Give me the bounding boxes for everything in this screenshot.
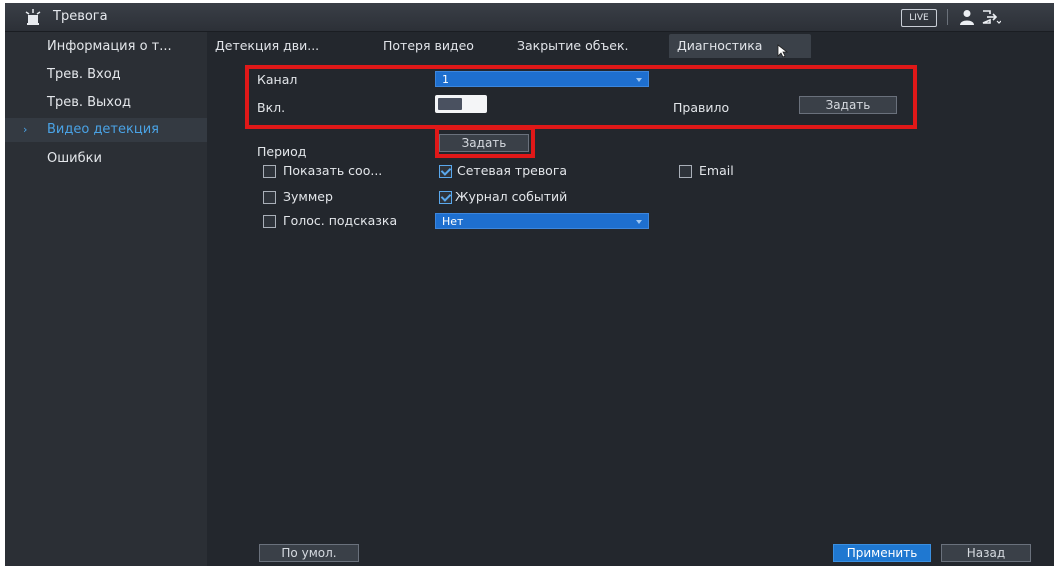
email-checkbox[interactable]: Email <box>679 162 779 180</box>
main-content: Детекция дви... Потеря видео Закрытие об… <box>207 32 1054 566</box>
logout-icon[interactable] <box>981 9 1001 25</box>
dvr-window: Тревога LIVE Информация о т... Трев. Вхо… <box>5 3 1054 566</box>
divider <box>947 9 948 25</box>
checkbox-label: Журнал событий <box>455 189 568 204</box>
checkbox-label: Сетевая тревога <box>457 163 568 178</box>
sidebar-item-errors[interactable]: Ошибки <box>5 147 207 171</box>
voice-prompt-select[interactable]: Нет <box>435 213 649 229</box>
default-button[interactable]: По умол. <box>259 544 359 562</box>
checkbox-box <box>263 215 276 228</box>
window-title: Тревога <box>53 9 108 24</box>
mouse-cursor-icon <box>777 44 789 58</box>
checkbox-box <box>263 165 276 178</box>
sidebar-item-label: Ошибки <box>47 151 102 166</box>
chevron-right-icon: › <box>23 123 28 136</box>
checkbox-box <box>263 191 276 204</box>
user-icon[interactable] <box>959 9 975 25</box>
apply-button[interactable]: Применить <box>833 544 931 562</box>
tab-diagnostics[interactable]: Диагностика <box>669 34 811 58</box>
alarm-icon <box>25 9 41 25</box>
voice-prompt-value: Нет <box>442 215 464 228</box>
event-log-checkbox[interactable]: Журнал событий <box>439 188 639 206</box>
sidebar-item-video-detection[interactable]: › Видео детекция <box>5 118 207 142</box>
sidebar-item-alarm-input[interactable]: Трев. Вход <box>5 63 207 87</box>
checkbox-box <box>679 165 692 178</box>
sidebar-item-info[interactable]: Информация о т... <box>5 35 207 59</box>
tab-label: Диагностика <box>677 38 763 53</box>
sidebar-item-label: Информация о т... <box>47 39 172 54</box>
checkbox-box <box>439 165 452 178</box>
checkbox-label: Показать соо... <box>283 163 383 178</box>
show-message-checkbox[interactable]: Показать соо... <box>263 162 433 180</box>
live-button[interactable]: LIVE <box>901 9 937 27</box>
tab-video-loss[interactable]: Потеря видео <box>375 34 482 58</box>
back-button[interactable]: Назад <box>941 544 1031 562</box>
highlight-frame <box>435 126 535 158</box>
tab-motion-detection[interactable]: Детекция дви... <box>207 34 327 58</box>
net-alarm-checkbox[interactable]: Сетевая тревога <box>439 162 639 180</box>
tab-bar: Детекция дви... Потеря видео Закрытие об… <box>207 32 1054 60</box>
checkbox-box <box>439 191 452 204</box>
sidebar-item-alarm-output[interactable]: Трев. Выход <box>5 91 207 115</box>
checkbox-label: Зуммер <box>283 189 333 204</box>
chevron-down-icon <box>636 220 642 224</box>
buzzer-checkbox[interactable]: Зуммер <box>263 188 433 206</box>
checkbox-label: Голос. подсказка <box>283 213 398 228</box>
sidebar-item-label: Видео детекция <box>47 122 159 137</box>
sidebar: Информация о т... Трев. Вход Трев. Выход… <box>5 32 207 566</box>
sidebar-item-label: Трев. Вход <box>47 67 121 82</box>
sidebar-item-label: Трев. Выход <box>47 95 131 110</box>
voice-prompt-checkbox[interactable]: Голос. подсказка <box>263 212 433 230</box>
tab-tampering[interactable]: Закрытие объек. <box>509 34 637 58</box>
highlight-frame <box>245 65 917 129</box>
checkbox-label: Email <box>699 163 734 178</box>
footer-bar: По умол. Применить Назад <box>207 540 1054 566</box>
title-bar: Тревога LIVE <box>5 3 1054 32</box>
period-label: Период <box>257 144 307 159</box>
